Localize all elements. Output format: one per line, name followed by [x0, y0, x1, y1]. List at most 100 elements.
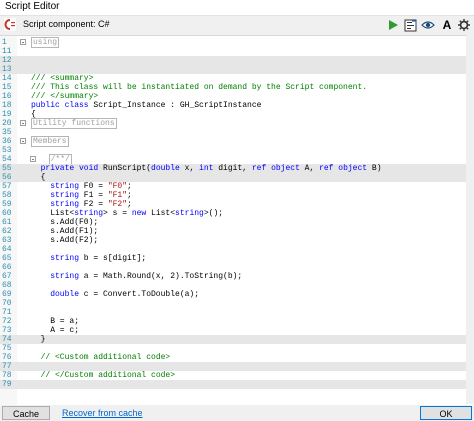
code-line[interactable]: 11: [0, 47, 474, 56]
code-line[interactable]: 73 A = c;: [0, 326, 474, 335]
line-number: 63: [2, 236, 12, 245]
code-line[interactable]: 20 Utility functions: [0, 118, 474, 129]
code-token: /// This class will be instantiated on d…: [31, 83, 368, 92]
code-line[interactable]: 15 /// This class will be instantiated on…: [0, 83, 474, 92]
code-text: /**/: [48, 154, 72, 165]
code-token: string: [50, 272, 84, 281]
code-line[interactable]: 61 s.Add(F0);: [0, 218, 474, 227]
code-token: s.Add(F2);: [50, 236, 99, 245]
code-text: // </Custom additional code>: [41, 371, 175, 380]
code-token: }: [40, 335, 46, 344]
line-number: 19: [2, 110, 12, 119]
code-token: "F0": [107, 182, 128, 191]
code-editor[interactable]: 1 using 11 12 13 14 /// <summary> 15 /// This cl…: [0, 35, 474, 406]
ok-button[interactable]: OK: [420, 406, 472, 420]
code-line[interactable]: 77: [0, 362, 474, 371]
code-text: public class Script_Instance : GH_Script…: [31, 101, 261, 110]
cache-button[interactable]: Cache: [2, 406, 50, 420]
code-line[interactable]: 60 List<string> s = new List<string>();: [0, 209, 474, 218]
code-line[interactable]: 16 /// </summary>: [0, 92, 474, 101]
code-line[interactable]: 1 using: [0, 37, 474, 48]
code-line[interactable]: 75: [0, 344, 474, 353]
line-number: 57: [2, 182, 12, 191]
code-line[interactable]: 62 s.Add(F1);: [0, 227, 474, 236]
recover-from-cache-link[interactable]: Recover from cache: [62, 408, 143, 418]
vertical-scrollbar[interactable]: [466, 35, 474, 404]
code-token: double: [50, 290, 84, 299]
line-number: 13: [2, 65, 12, 74]
code-token: string: [74, 209, 104, 218]
code-line[interactable]: 69 double c = Convert.ToDouble(a);: [0, 290, 474, 299]
code-line[interactable]: 55 private void RunScript(double x, int d…: [0, 164, 474, 173]
code-token: F2 =: [83, 200, 108, 209]
line-number: 73: [2, 326, 12, 335]
code-line[interactable]: 65 string b = s[digit];: [0, 254, 474, 263]
line-number: 36: [2, 137, 12, 146]
code-line[interactable]: 66: [0, 263, 474, 272]
code-token: int: [199, 164, 219, 173]
code-token: string: [50, 200, 84, 209]
code-token: private void: [40, 164, 104, 173]
fold-toggle-icon[interactable]: [20, 39, 26, 45]
line-number: 68: [2, 281, 12, 290]
preview-button[interactable]: [420, 17, 436, 33]
code-text: s.Add(F1);: [50, 227, 98, 236]
code-line[interactable]: 76 // <Custom additional code>: [0, 353, 474, 362]
code-text: A = c;: [50, 326, 79, 335]
line-number: 59: [2, 200, 12, 209]
code-line[interactable]: 79: [0, 380, 474, 389]
code-line[interactable]: 56 {: [0, 173, 474, 182]
fold-toggle-icon[interactable]: [29, 156, 36, 162]
code-line[interactable]: 71: [0, 308, 474, 317]
line-number: 12: [2, 56, 12, 65]
line-number: 60: [2, 209, 12, 218]
line-number: 14: [2, 74, 12, 83]
code-token: public class: [31, 101, 94, 110]
code-line[interactable]: 54 /**/: [0, 154, 474, 165]
line-number: 11: [2, 47, 12, 56]
code-line[interactable]: 68: [0, 281, 474, 290]
code-line[interactable]: 13: [0, 65, 474, 74]
code-line[interactable]: 63 s.Add(F2);: [0, 236, 474, 245]
eye-icon: [421, 21, 435, 29]
line-number: 72: [2, 317, 12, 326]
code-line[interactable]: 72 B = a;: [0, 317, 474, 326]
code-line[interactable]: 59 string F2 = "F2";: [0, 200, 474, 209]
code-text: Utility functions: [31, 118, 117, 129]
code-line[interactable]: 36 Members: [0, 136, 474, 147]
run-button[interactable]: [385, 17, 401, 33]
code-line[interactable]: 14 /// <summary>: [0, 74, 474, 83]
recompile-button[interactable]: [402, 17, 418, 33]
line-number: 18: [2, 101, 12, 110]
code-token: F1 =: [83, 191, 108, 200]
code-line[interactable]: 12: [0, 56, 474, 65]
settings-button[interactable]: [456, 17, 472, 33]
code-text: string F0 = "F0";: [50, 182, 132, 191]
code-text: s.Add(F0);: [50, 218, 98, 227]
code-line[interactable]: 57 string F0 = "F0";: [0, 182, 474, 191]
line-number: 1: [2, 38, 7, 47]
fold-toggle-icon[interactable]: [20, 120, 26, 126]
code-token: new: [131, 209, 152, 218]
code-token: "F2": [107, 200, 128, 209]
code-line[interactable]: 78 // </Custom additional code>: [0, 371, 474, 380]
font-button[interactable]: A: [439, 17, 455, 33]
footer-bar: Cache Recover from cache OK: [0, 405, 474, 421]
code-token: /// </summary>: [31, 92, 99, 101]
fold-toggle-icon[interactable]: [20, 138, 26, 144]
code-token: digit,: [218, 164, 252, 173]
code-line[interactable]: 18 public class Script_Instance : GH_Scri…: [0, 101, 474, 110]
code-line[interactable]: 64: [0, 245, 474, 254]
code-lines: 1 using 11 12 13 14 /// <summary> 15 /// This cl…: [0, 37, 474, 389]
code-text: {: [41, 173, 46, 182]
code-line[interactable]: 67 string a = Math.Round(x, 2).ToString(b…: [0, 272, 474, 281]
line-number: 67: [2, 272, 12, 281]
line-number: 66: [2, 263, 12, 272]
code-line[interactable]: 70: [0, 299, 474, 308]
code-line[interactable]: 58 string F1 = "F1";: [0, 191, 474, 200]
code-line[interactable]: 35: [0, 128, 474, 137]
code-token: {: [40, 173, 46, 182]
code-text: double c = Convert.ToDouble(a);: [50, 290, 199, 299]
code-token: ref object: [319, 164, 372, 173]
code-line[interactable]: 74}: [0, 335, 474, 344]
